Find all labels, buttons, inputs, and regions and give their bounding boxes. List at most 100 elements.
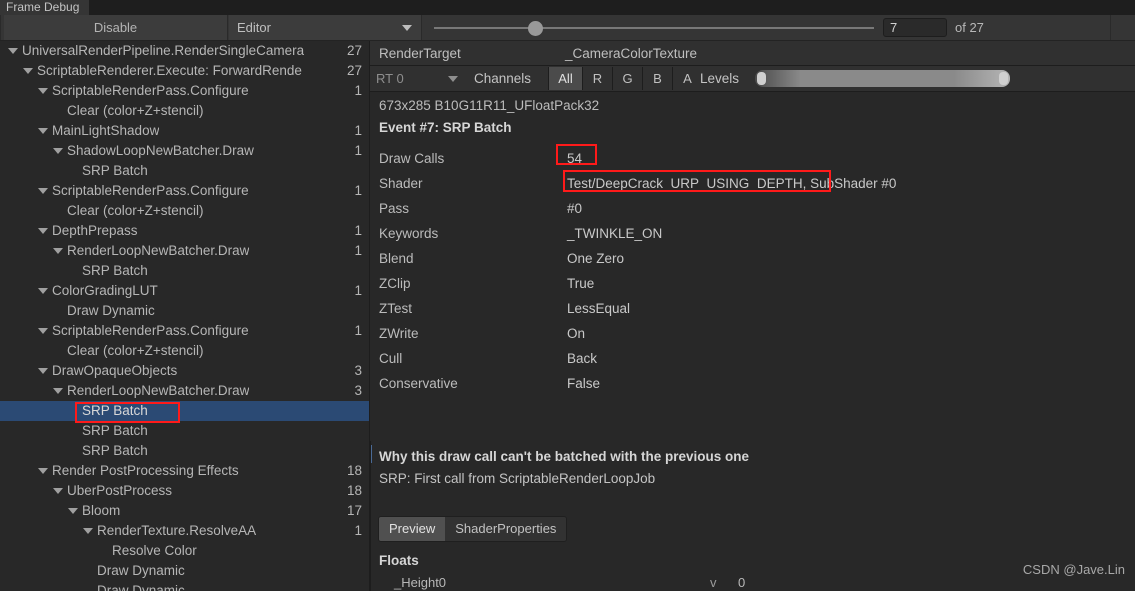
tree-row[interactable]: Clear (color+Z+stencil) — [0, 341, 370, 361]
chevron-down-icon — [448, 76, 458, 82]
editor-dropdown[interactable]: Editor — [229, 15, 422, 40]
floats-section-title: Floats — [379, 553, 419, 568]
tree-row-label: Draw Dynamic — [97, 563, 185, 578]
tree-row-count: 1 — [354, 183, 362, 198]
tree-row[interactable]: ShadowLoopNewBatcher.Draw 1 — [0, 141, 370, 161]
tree-expand-triangle-icon[interactable] — [68, 508, 78, 514]
tree-row[interactable]: RenderLoopNewBatcher.Draw 1 — [0, 241, 370, 261]
tree-row[interactable]: Render PostProcessing Effects 18 — [0, 461, 370, 481]
tree-row[interactable]: SRP Batch — [0, 421, 370, 441]
property-value-main: LessEqual — [567, 301, 631, 316]
tree-row[interactable]: SRP Batch — [0, 441, 370, 461]
tree-expand-triangle-icon[interactable] — [83, 528, 93, 534]
disable-button[interactable]: Disable — [4, 15, 228, 40]
rendertarget-value: _CameraColorTexture — [565, 46, 698, 61]
tree-row[interactable]: SRP Batch — [0, 161, 370, 181]
property-value-main: _TWINKLE_ON — [567, 226, 663, 241]
tree-row-count: 1 — [354, 223, 362, 238]
property-row: Cull Back — [370, 346, 1135, 371]
tree-row[interactable]: UniversalRenderPipeline.RenderSingleCame… — [0, 41, 370, 61]
tree-row[interactable]: DepthPrepass 1 — [0, 221, 370, 241]
tree-expand-triangle-icon[interactable] — [38, 468, 48, 474]
tree-row-label: ColorGradingLUT — [52, 283, 158, 298]
tree-row[interactable]: ScriptableRenderPass.Configure 1 — [0, 181, 370, 201]
levels-slider-min-knob[interactable] — [757, 72, 766, 85]
tree-expand-triangle-icon[interactable] — [38, 368, 48, 374]
property-value-main: Back — [567, 351, 598, 366]
tree-row[interactable]: Bloom 17 — [0, 501, 370, 521]
tree-row[interactable]: Draw Dynamic — [0, 561, 370, 581]
frame-index-input[interactable]: 7 — [883, 18, 947, 37]
tree-row[interactable]: RenderTexture.ResolveAA 1 — [0, 521, 370, 541]
property-value-main: #0 — [567, 201, 583, 216]
property-key: Cull — [379, 351, 403, 366]
tree-row[interactable]: Resolve Color — [0, 541, 370, 561]
frame-slider[interactable] — [434, 15, 874, 40]
levels-slider-max-knob[interactable] — [999, 72, 1008, 85]
property-row: Draw Calls 54 — [370, 146, 1135, 171]
tree-expand-triangle-icon[interactable] — [23, 68, 33, 74]
property-key: ZTest — [379, 301, 413, 316]
property-value: _TWINKLE_ON — [567, 221, 662, 246]
tree-row[interactable]: RenderLoopNewBatcher.Draw 3 — [0, 381, 370, 401]
tree-expand-triangle-icon[interactable] — [38, 88, 48, 94]
tree-row-label: UniversalRenderPipeline.RenderSingleCame… — [22, 43, 305, 58]
tree-row-label: SRP Batch — [82, 403, 148, 418]
property-value: #0 — [567, 196, 582, 221]
property-row: ZClip True — [370, 271, 1135, 296]
frame-debugger-window: Frame Debug Disable Editor 7 of 27 Unive… — [0, 0, 1135, 591]
property-key: Conservative — [379, 376, 458, 391]
rt-index-label: RT 0 — [376, 71, 404, 86]
tree-expand-triangle-icon[interactable] — [53, 148, 63, 154]
tree-row-label: RenderLoopNewBatcher.Draw — [67, 243, 250, 258]
levels-slider[interactable] — [755, 70, 1010, 87]
chevron-down-icon — [402, 25, 412, 31]
tree-row-count: 1 — [354, 243, 362, 258]
tree-expand-triangle-icon[interactable] — [38, 228, 48, 234]
property-key: Draw Calls — [379, 151, 445, 166]
tree-row[interactable]: UberPostProcess 18 — [0, 481, 370, 501]
channel-button-a[interactable]: A — [672, 67, 702, 90]
frame-slider-knob[interactable] — [528, 21, 543, 36]
tree-row[interactable]: ColorGradingLUT 1 — [0, 281, 370, 301]
tree-expand-triangle-icon[interactable] — [8, 48, 18, 54]
tree-row-label: SRP Batch — [82, 263, 148, 278]
tree-expand-triangle-icon[interactable] — [53, 388, 63, 394]
float-stage-flag: v — [710, 575, 717, 590]
channel-button-g[interactable]: G — [612, 67, 642, 90]
tree-row-label: Draw Dynamic — [97, 583, 185, 591]
tree-row[interactable]: Draw Dynamic — [0, 301, 370, 321]
tab-frame-debug[interactable]: Frame Debug — [0, 0, 90, 15]
tree-expand-triangle-icon[interactable] — [53, 488, 63, 494]
property-value: One Zero — [567, 246, 624, 271]
channel-button-b[interactable]: B — [642, 67, 672, 90]
rt-index-dropdown[interactable]: RT 0 — [376, 66, 464, 91]
tree-row[interactable]: ScriptableRenderPass.Configure 1 — [0, 321, 370, 341]
tree-row[interactable]: ScriptableRenderPass.Configure 1 — [0, 81, 370, 101]
tab-shaderproperties[interactable]: ShaderProperties — [445, 517, 567, 541]
tree-row-label: ScriptableRenderPass.Configure — [52, 83, 249, 98]
tree-row[interactable]: Clear (color+Z+stencil) — [0, 201, 370, 221]
tree-expand-triangle-icon[interactable] — [53, 248, 63, 254]
event-tree[interactable]: UniversalRenderPipeline.RenderSingleCame… — [0, 41, 370, 591]
property-row: ZWrite On — [370, 321, 1135, 346]
channel-button-r[interactable]: R — [582, 67, 612, 90]
detail-tab-group[interactable]: Preview ShaderProperties — [378, 516, 568, 542]
tree-row[interactable]: MainLightShadow 1 — [0, 121, 370, 141]
tree-expand-triangle-icon[interactable] — [38, 288, 48, 294]
rendertarget-format: 673x285 B10G11R11_UFloatPack32 — [379, 98, 600, 113]
float-value: 0 — [738, 575, 746, 590]
tree-row[interactable]: Clear (color+Z+stencil) — [0, 101, 370, 121]
tab-preview[interactable]: Preview — [379, 517, 446, 541]
tree-row[interactable]: ScriptableRenderer.Execute: ForwardRende… — [0, 61, 370, 81]
tree-expand-triangle-icon[interactable] — [38, 328, 48, 334]
tree-row-label: SRP Batch — [82, 443, 148, 458]
channel-button-all[interactable]: All — [548, 67, 582, 90]
tree-row[interactable]: Draw Dynamic — [0, 581, 370, 591]
tree-expand-triangle-icon[interactable] — [38, 188, 48, 194]
tree-row[interactable]: DrawOpaqueObjects 3 — [0, 361, 370, 381]
tree-expand-triangle-icon[interactable] — [38, 128, 48, 134]
tree-row-label: UberPostProcess — [67, 483, 173, 498]
tree-row[interactable]: SRP Batch — [0, 261, 370, 281]
tree-row[interactable]: SRP Batch — [0, 401, 370, 421]
